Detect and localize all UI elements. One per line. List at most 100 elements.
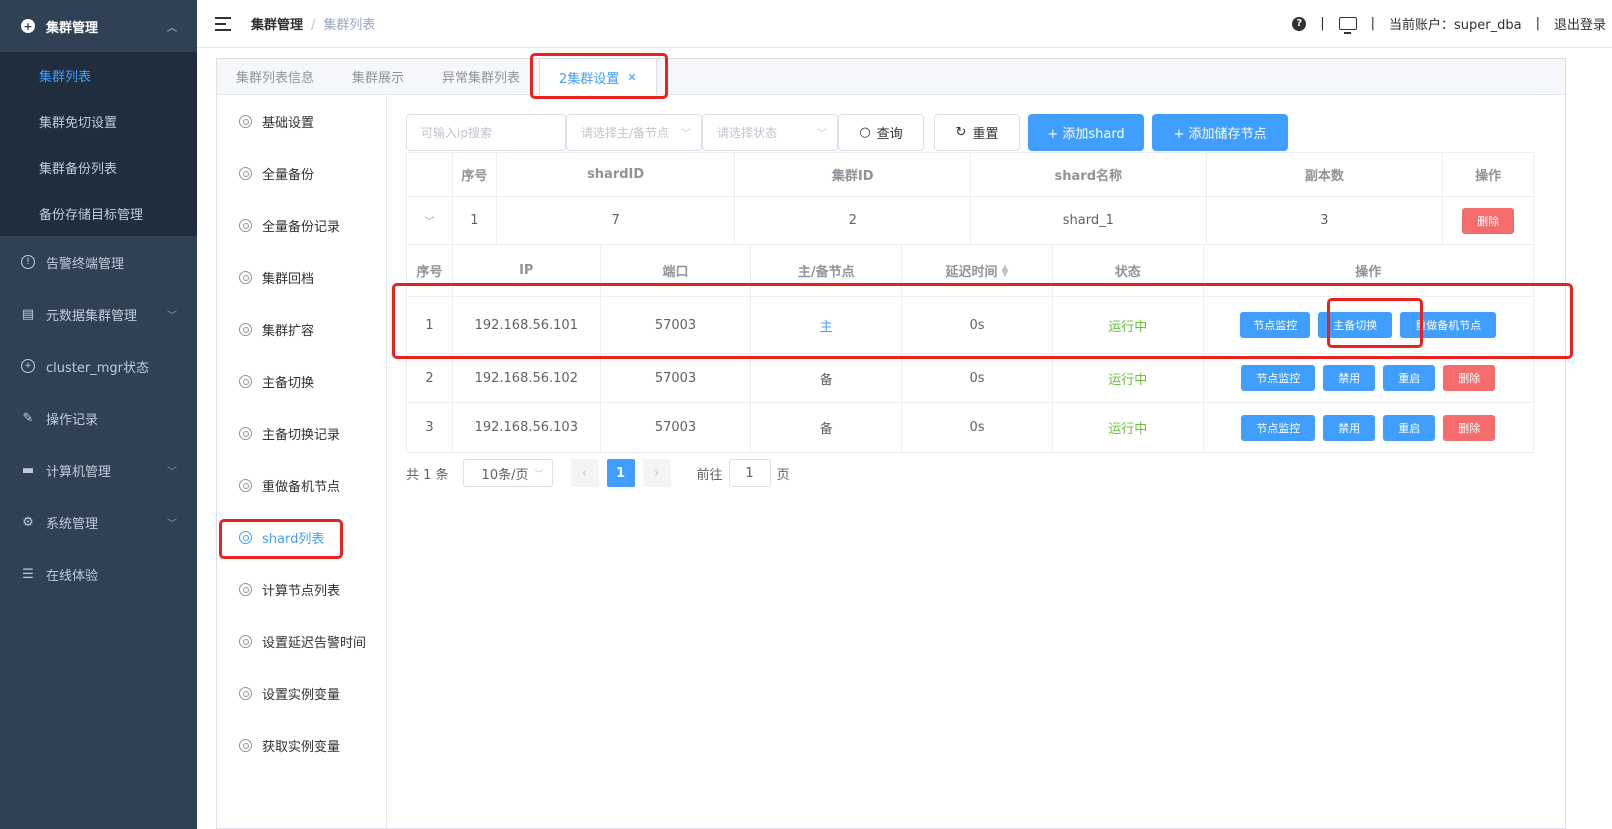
reset-button[interactable]: ↻ 重置 bbox=[934, 114, 1020, 151]
pagination: 共 1 条 10条/页 ﹀ ‹ 1 › 前往 1 页 bbox=[406, 459, 790, 487]
node-table-header: 序号 IP 端口 主/备节点 延迟时间 ▲ ▼ 状态 操作 bbox=[407, 245, 1533, 297]
sidebar-item-system-management[interactable]: ⚙ 系统管理 ﹀ bbox=[0, 496, 197, 548]
ip-search-input[interactable]: 可输入ip搜索 bbox=[406, 114, 566, 151]
breadcrumb-item[interactable]: 集群管理 bbox=[251, 18, 303, 33]
database-icon: ☰ bbox=[22, 566, 34, 582]
sidebar-item-cluster-failover-settings[interactable]: 集群免切设置 bbox=[0, 98, 197, 144]
column-header: 状态 bbox=[1053, 245, 1204, 296]
sidebar: + 集群管理 ︿ 集群列表 集群免切设置 集群备份列表 备份存储目标管理 ! 告… bbox=[0, 0, 197, 829]
settings-item-full-backup-record[interactable]: 全量备份记录 bbox=[217, 199, 386, 251]
settings-item-label: 设置实例变量 bbox=[262, 687, 341, 703]
node-monitor-button[interactable]: 节点监控 bbox=[1240, 312, 1311, 338]
page-number[interactable]: 1 bbox=[606, 459, 635, 487]
content-card: 集群列表信息 集群展示 异常集群列表 2集群设置 ✕ 基础设置 全量备份 全量备… bbox=[216, 58, 1566, 829]
ops-cell: 节点监控 主备切换 重做备机节点 bbox=[1204, 297, 1533, 353]
tab-cluster-display[interactable]: 集群展示 bbox=[333, 59, 423, 94]
tab-abnormal-cluster-list[interactable]: 异常集群列表 bbox=[423, 59, 539, 94]
button-label: + 添加储存节点 bbox=[1173, 127, 1267, 142]
settings-item-compute-node-list[interactable]: 计算节点列表 bbox=[217, 563, 386, 615]
database-cluster-icon: ▤ bbox=[21, 306, 35, 322]
settings-item-set-instance-vars[interactable]: 设置实例变量 bbox=[217, 667, 386, 719]
sidebar-item-cluster-list[interactable]: 集群列表 bbox=[0, 52, 197, 98]
column-header: 序号 bbox=[407, 245, 453, 296]
gear-icon bbox=[239, 218, 252, 232]
expand-toggle[interactable]: ﹀ bbox=[407, 197, 453, 244]
settings-item-rebuild-replica[interactable]: 重做备机节点 bbox=[217, 459, 386, 511]
sidebar-item-cluster-mgr-status[interactable]: + cluster_mgr状态 bbox=[0, 340, 197, 392]
settings-item-shard-list[interactable]: shard列表 bbox=[217, 511, 386, 563]
gear-icon bbox=[239, 634, 252, 648]
monitor-icon[interactable] bbox=[1338, 17, 1357, 34]
settings-item-switchover-record[interactable]: 主备切换记录 bbox=[217, 407, 386, 459]
button-label: 查询 bbox=[876, 127, 903, 142]
settings-item-full-backup[interactable]: 全量备份 bbox=[217, 147, 386, 199]
node-monitor-button[interactable]: 节点监控 bbox=[1241, 414, 1316, 441]
sidebar-item-alert-terminal[interactable]: ! 告警终端管理 bbox=[0, 236, 197, 288]
page-suffix: 页 bbox=[776, 467, 790, 483]
settings-item-delay-alert-time[interactable]: 设置延迟告警时间 bbox=[217, 615, 386, 667]
tab-label: 集群展示 bbox=[352, 71, 405, 86]
chevron-down-icon: ﹀ bbox=[167, 518, 177, 530]
select-placeholder: 请选择主/备节点 bbox=[581, 126, 670, 140]
disable-button[interactable]: 禁用 bbox=[1323, 414, 1376, 441]
node-monitor-button[interactable]: 节点监控 bbox=[1241, 365, 1316, 391]
prev-page-button[interactable]: ‹ bbox=[570, 459, 599, 487]
ops-cell: 节点监控 禁用 重启 删除 bbox=[1204, 403, 1533, 452]
sidebar-item-cluster-management[interactable]: + 集群管理 ︿ bbox=[0, 0, 197, 52]
sidebar-item-operation-record[interactable]: ✎ 操作记录 bbox=[0, 392, 197, 444]
next-page-button[interactable]: › bbox=[642, 459, 671, 487]
logout-link[interactable]: 退出登录 bbox=[1554, 14, 1606, 33]
sidebar-item-online-experience[interactable]: ☰ 在线体验 bbox=[0, 548, 197, 600]
settings-item-label: 重做备机节点 bbox=[262, 479, 341, 495]
help-icon[interactable]: ? bbox=[1292, 16, 1307, 31]
column-header: 操作 bbox=[1475, 169, 1502, 184]
role-select[interactable]: 请选择主/备节点 ﹀ bbox=[566, 114, 702, 151]
table-cell: 1 bbox=[407, 297, 453, 353]
table-cell: 192.168.56.103 bbox=[453, 403, 601, 452]
page-size-select[interactable]: 10条/页 ﹀ bbox=[462, 459, 553, 487]
restart-button[interactable]: 重启 bbox=[1383, 365, 1436, 391]
tab-cluster-list-info[interactable]: 集群列表信息 bbox=[217, 59, 333, 94]
settings-item-label: 主备切换记录 bbox=[262, 427, 341, 443]
tab-cluster-settings[interactable]: 2集群设置 ✕ bbox=[539, 59, 657, 95]
status-cell: 运行中 bbox=[1053, 354, 1204, 402]
table-row: 3 192.168.56.103 57003 备 0s 运行中 节点监控 禁用 … bbox=[407, 403, 1533, 452]
gear-icon: ⚙ bbox=[22, 514, 34, 530]
add-shard-button[interactable]: + 添加shard bbox=[1028, 114, 1144, 151]
sidebar-item-cluster-backup-list[interactable]: 集群备份列表 bbox=[0, 144, 197, 190]
sidebar-item-computer-management[interactable]: ▬ 计算机管理 ﹀ bbox=[0, 444, 197, 496]
sidebar-item-backup-storage-target[interactable]: 备份存储目标管理 bbox=[0, 190, 197, 236]
restart-button[interactable]: 重启 bbox=[1383, 414, 1436, 441]
delete-node-button[interactable]: 删除 bbox=[1443, 414, 1496, 441]
close-icon[interactable]: ✕ bbox=[627, 71, 636, 84]
column-header: shard名称 bbox=[971, 153, 1207, 196]
role-cell: 备 bbox=[751, 403, 903, 452]
delete-shard-button[interactable]: 删除 bbox=[1462, 207, 1515, 234]
column-header-sortable[interactable]: 延迟时间 ▲ ▼ bbox=[902, 245, 1053, 296]
switchover-button[interactable]: 主备切换 bbox=[1318, 312, 1393, 338]
table-cell: 1 bbox=[453, 197, 497, 244]
settings-item-switchover[interactable]: 主备切换 bbox=[217, 355, 386, 407]
settings-item-cluster-expand[interactable]: 集群扩容 bbox=[217, 303, 386, 355]
goto-page-input[interactable]: 1 bbox=[728, 459, 771, 487]
menu-toggle-icon[interactable] bbox=[215, 16, 231, 31]
sidebar-item-metadata-cluster[interactable]: ▤ 元数据集群管理 ﹀ bbox=[0, 288, 197, 340]
disable-button[interactable]: 禁用 bbox=[1323, 365, 1376, 391]
chevron-down-icon: ﹀ bbox=[167, 310, 177, 322]
sort-icon[interactable]: ▲ ▼ bbox=[1002, 263, 1009, 278]
settings-item-label: 计算节点列表 bbox=[262, 583, 341, 599]
rebuild-replica-button[interactable]: 重做备机节点 bbox=[1400, 312, 1497, 338]
table-row: 1 192.168.56.101 57003 主 0s 运行中 节点监控 主备切… bbox=[407, 297, 1533, 354]
gear-icon bbox=[239, 374, 252, 388]
input-placeholder: 可输入ip搜索 bbox=[421, 126, 492, 140]
query-button[interactable]: ○ 查询 bbox=[838, 114, 924, 151]
settings-item-cluster-rollback[interactable]: 集群回档 bbox=[217, 251, 386, 303]
settings-item-label: 全量备份记录 bbox=[262, 219, 341, 235]
add-storage-node-button[interactable]: + 添加储存节点 bbox=[1152, 114, 1288, 151]
sidebar-item-label: 备份存储目标管理 bbox=[39, 207, 144, 223]
settings-item-get-instance-vars[interactable]: 获取实例变量 bbox=[217, 719, 386, 771]
delete-node-button[interactable]: 删除 bbox=[1443, 365, 1496, 391]
status-select[interactable]: 请选择状态 ﹀ bbox=[702, 114, 838, 151]
goto-label: 前往 bbox=[696, 467, 723, 483]
settings-item-basic[interactable]: 基础设置 bbox=[217, 95, 386, 147]
